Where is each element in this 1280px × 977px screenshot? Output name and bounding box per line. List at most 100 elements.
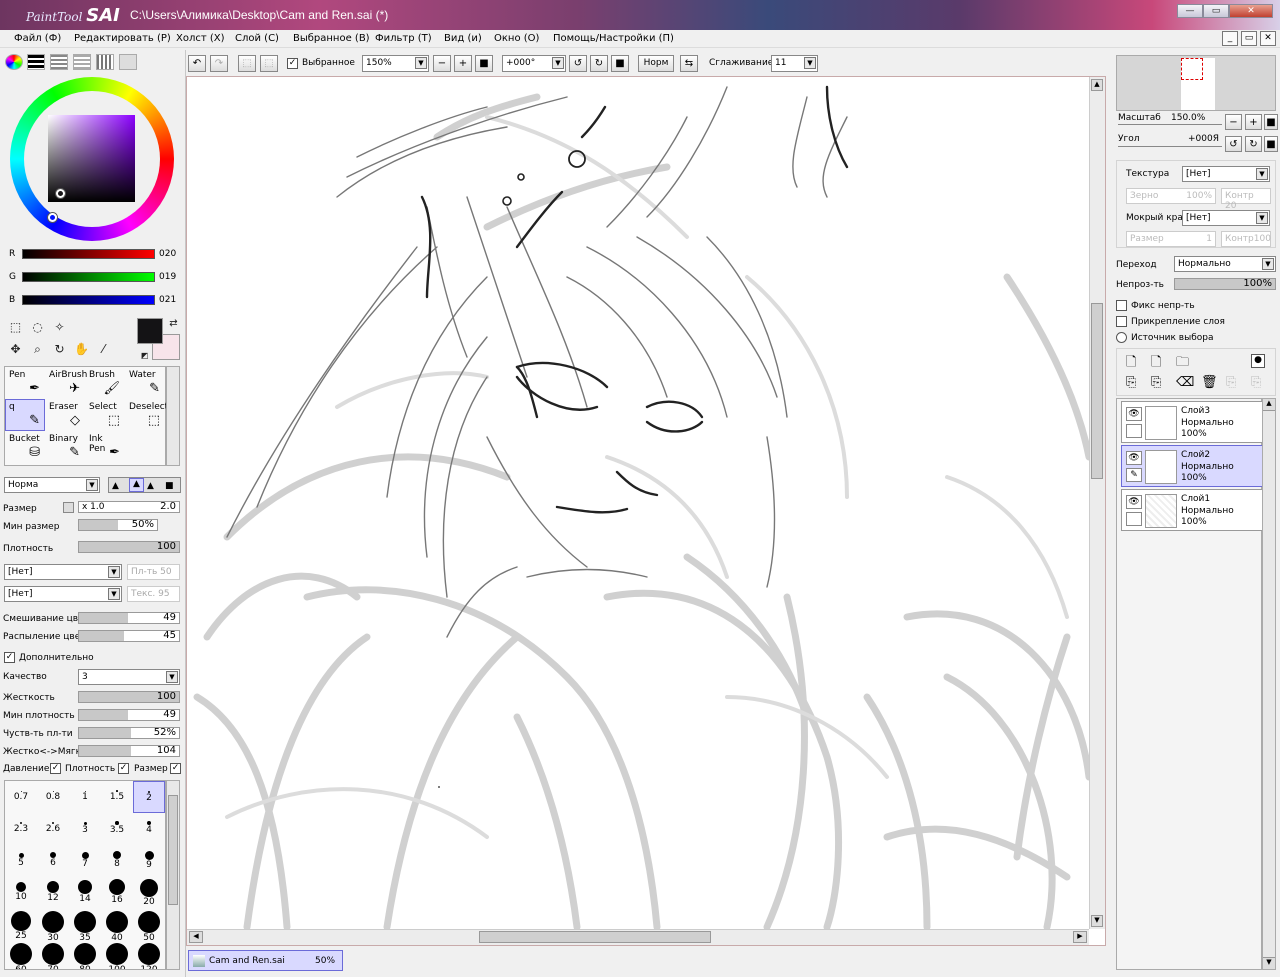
layer-mask-icon[interactable]: ● [1251, 354, 1265, 368]
drawing-canvas[interactable] [187, 77, 1089, 929]
eye-icon[interactable]: 👁 [1126, 407, 1142, 421]
nav-zoom-reset-icon[interactable]: ■ [1264, 114, 1278, 130]
brush-q[interactable]: q ✎ [5, 399, 45, 431]
delete-layer-icon[interactable]: 🗑 [1201, 375, 1218, 390]
horizontal-scroll-thumb[interactable] [479, 931, 711, 943]
brush-select[interactable]: Select ⬚ [85, 399, 125, 431]
brush-size-1-5[interactable]: 1.5 [101, 781, 133, 813]
brush-ink-pen[interactable]: Ink Pen ✒ [85, 431, 125, 463]
menu-view[interactable]: Вид (и) [444, 33, 482, 44]
pressure-extra-checkbox[interactable]: ✓ [170, 763, 181, 774]
quality-select[interactable]: 3 ▼ [78, 669, 180, 685]
angle-slider[interactable] [1118, 146, 1222, 147]
smoothing-select[interactable]: 11 ▼ [771, 55, 818, 72]
minimize-button[interactable]: — [1177, 4, 1203, 18]
selection-checkbox[interactable]: ✓ [287, 58, 298, 69]
redo-icon[interactable]: ↷ [210, 55, 228, 72]
menu-canvas[interactable]: Холст (Х) [176, 33, 225, 44]
brush-size-6[interactable]: 6 [37, 845, 69, 877]
brush-size-14[interactable]: 14 [69, 877, 101, 909]
layer-lock-slot[interactable] [1126, 512, 1142, 526]
brush-size-35[interactable]: 35 [69, 909, 101, 943]
zoom-icon[interactable]: ⌕ [30, 342, 45, 357]
merge-down-icon[interactable]: ⎘ [1151, 375, 1161, 390]
brush-size-2-6[interactable]: 2.6 [37, 813, 69, 845]
rgb-slider-tab-icon[interactable] [27, 54, 45, 70]
eye-icon[interactable]: 👁 [1126, 451, 1142, 465]
blend-slider[interactable]: 49 [78, 612, 180, 624]
green-slider[interactable] [22, 272, 155, 282]
zoom-out-icon[interactable]: − [433, 55, 451, 72]
blend-mode-select[interactable]: Нормально ▼ [1174, 256, 1276, 272]
fix-opacity-checkbox[interactable] [1116, 300, 1127, 311]
brush-binary[interactable]: Binary ✎ [45, 431, 85, 463]
min-size-slider[interactable]: 50% [78, 519, 158, 531]
brush-size-25[interactable]: 25 [5, 909, 37, 941]
layer-texture-select[interactable]: [Нет] ▼ [1182, 166, 1270, 182]
primary-color-swatch[interactable] [137, 318, 163, 344]
menu-window[interactable]: Окно (О) [494, 33, 539, 44]
pressure-size-checkbox[interactable]: ✓ [118, 763, 129, 774]
brush-active-icon[interactable]: ✎ [1126, 468, 1142, 482]
rect-select-icon[interactable]: ⬚ [8, 320, 23, 335]
brush-size-20[interactable]: 20 [133, 877, 165, 909]
rotate-icon[interactable]: ↻ [52, 342, 67, 357]
blue-slider[interactable] [22, 295, 155, 305]
red-slider[interactable] [22, 249, 155, 259]
brush-water[interactable]: Water ✎ [125, 367, 165, 399]
saturation-value-square[interactable] [48, 115, 135, 202]
move-icon[interactable]: ✥ [8, 342, 23, 357]
brush-size-8[interactable]: 8 [101, 845, 133, 877]
zoom-reset-icon[interactable]: ■ [475, 55, 493, 72]
brush-size-4[interactable]: 4 [133, 813, 165, 845]
magic-wand-icon[interactable]: ✧ [52, 320, 67, 335]
brush-size-80[interactable]: 80 [69, 941, 101, 969]
brush-texture-select[interactable]: [Нет] ▼ [4, 586, 122, 602]
dilution-slider[interactable]: 45 [78, 630, 180, 642]
density-slider[interactable]: 100 [78, 541, 180, 553]
hand-icon[interactable]: ✋ [74, 342, 89, 357]
brush-grid-scrollbar[interactable] [166, 366, 180, 466]
zoom-in-icon[interactable]: + [454, 55, 472, 72]
hsv-slider-tab-icon[interactable] [50, 54, 68, 70]
brush-size-40[interactable]: 40 [101, 909, 133, 943]
sensitivity-slider[interactable]: 52% [78, 727, 180, 739]
document-tab[interactable]: Cam and Ren.sai 50% [188, 950, 343, 971]
rotate-left-icon[interactable]: ↺ [569, 55, 587, 72]
menu-layer[interactable]: Слой (С) [235, 33, 279, 44]
brush-airbrush[interactable]: AirBrush ✈ [45, 367, 87, 399]
brush-size-3[interactable]: 3 [69, 813, 101, 845]
menu-edit[interactable]: Редактировать (Р) [74, 33, 171, 44]
apply-mask-icon[interactable]: ⎘ [1226, 375, 1236, 390]
sv-cursor[interactable] [56, 189, 65, 198]
clear-layer-icon[interactable]: ⌫ [1176, 375, 1194, 390]
brush-size-2-3[interactable]: 2.3 [5, 813, 37, 845]
hardness-slider[interactable]: 100 [78, 691, 180, 703]
swatches-tab-icon[interactable] [73, 54, 91, 70]
eye-icon[interactable]: 👁 [1126, 495, 1142, 509]
brush-pen[interactable]: Pen ✒ [5, 367, 45, 399]
swap-colors-icon[interactable]: ⇄ [166, 316, 181, 331]
mixer-tab-icon[interactable] [119, 54, 137, 70]
layer-item[interactable]: 👁 Слой1 Нормально 100% [1121, 489, 1263, 531]
brush-size-9[interactable]: 9 [133, 845, 165, 877]
deselect-all-icon[interactable]: ⬚ [238, 55, 256, 72]
brush-size-16[interactable]: 16 [101, 877, 133, 909]
brush-size-50[interactable]: 50 [133, 909, 165, 943]
rotate-reset-icon[interactable]: ■ [611, 55, 629, 72]
brush-mode-select[interactable]: Норма ▼ [4, 477, 100, 493]
scratchpad-tab-icon[interactable] [96, 54, 114, 70]
navigator-preview[interactable] [1116, 55, 1276, 111]
transfer-down-icon[interactable]: ⎘ [1126, 375, 1136, 390]
clip-layer-checkbox[interactable] [1116, 316, 1127, 327]
brush-size-0-8[interactable]: 0.8 [37, 781, 69, 813]
brush-size-2[interactable]: 2 [133, 781, 165, 813]
brush-deselect[interactable]: Deselect ⬚ [125, 399, 168, 431]
zoom-select[interactable]: 150% ▼ [362, 55, 429, 72]
brush-size-1[interactable]: 1 [69, 781, 101, 813]
reset-colors-icon[interactable]: ◩ [137, 348, 152, 363]
maximize-button[interactable]: ▭ [1203, 4, 1229, 18]
brush-size-0-7[interactable]: 0.7 [5, 781, 37, 813]
brush-size-5[interactable]: 5 [5, 845, 37, 877]
norm-button[interactable]: Норм [638, 55, 674, 72]
